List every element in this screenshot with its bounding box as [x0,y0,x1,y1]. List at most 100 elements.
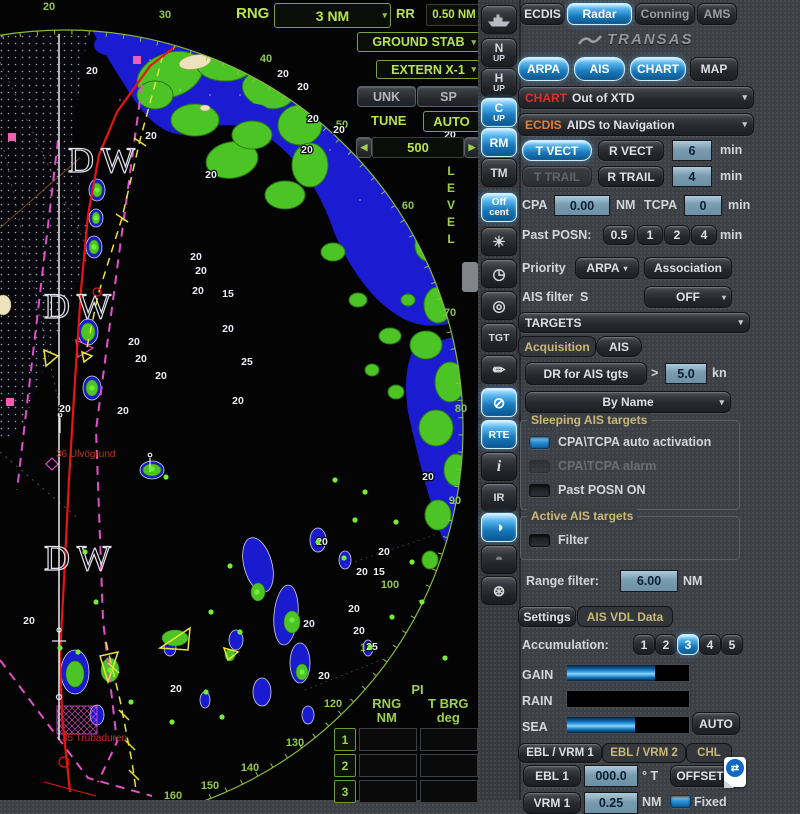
map-button[interactable]: MAP [690,57,738,81]
auto-gain-button[interactable]: AUTO [692,712,740,735]
accumulation-4[interactable]: 4 [699,634,721,655]
trails-icon[interactable]: ✏ [481,355,517,384]
transceiver-select[interactable]: EXTERN X-1 ▾ [376,60,480,79]
ebl1-button[interactable]: EBL 1 [523,765,581,787]
pi-rng-cell[interactable] [359,728,417,751]
pi-rng-cell[interactable] [359,754,417,777]
chart-alert-dropdown[interactable]: CHART Out of XTD ▾ [518,86,754,109]
tune-auto-button[interactable]: AUTO [423,111,480,132]
vector-time-field[interactable]: 6 [672,140,712,161]
stabilization-select[interactable]: GROUND STAB ▾ [357,32,480,52]
past-posn-0.5[interactable]: 0.5 [603,225,635,245]
svg-text:20: 20 [155,370,167,382]
range-filter-field[interactable]: 6.00 [620,570,678,592]
unk-button[interactable]: UNK [357,86,416,107]
svg-text:20: 20 [318,670,330,682]
ship-icon[interactable] [481,5,517,34]
off-center-button[interactable]: Offcent [481,193,517,222]
tab-settings[interactable]: Settings [518,606,576,627]
accumulation-5[interactable]: 5 [721,634,743,655]
true-trail-button[interactable]: T TRAIL [522,166,592,187]
panel-brightness-icon[interactable]: ☀ [481,227,517,256]
brilliance-icon[interactable]: ◑ [481,513,517,542]
head-up-button[interactable]: HUP [481,68,517,97]
targets-header-dropdown[interactable]: TARGETS ▾ [518,312,750,333]
dr-ais-button[interactable]: DR for AIS tgts [525,362,647,385]
association-button[interactable]: Association [644,257,732,279]
past-posn-4[interactable]: 4 [691,225,717,245]
vrm1-range-field[interactable]: 0.25 [584,792,638,814]
range-select[interactable]: 3 NM ▾ [274,3,391,28]
tcpa-field[interactable]: 0 [684,195,722,216]
scroll-tab[interactable] [462,262,478,292]
acquisition-zone-icon[interactable]: ◎ [481,291,517,320]
route-button[interactable]: RTE [481,420,517,449]
accumulation-3[interactable]: 3 [677,634,699,655]
tab-ais-vdl-data[interactable]: AIS VDL Data [577,606,673,627]
ais-filter-select[interactable]: OFF ▾ [644,286,732,308]
relative-vector-button[interactable]: R VECT [598,140,664,161]
true-vector-button[interactable]: T VECT [522,140,592,161]
tab-acquisition[interactable]: Acquisition [518,336,596,357]
past-posn-2[interactable]: 2 [664,225,690,245]
dr-speed-field[interactable]: 5.0 [665,363,707,384]
tab-ecdis[interactable]: ECDIS [520,3,565,25]
vrm1-button[interactable]: VRM 1 [523,792,581,814]
svg-text:20: 20 [145,130,157,142]
priority-label: Priority [522,261,566,275]
offset-button[interactable]: OFFSET [670,765,730,787]
chevron-down-icon: ▾ [742,119,747,130]
target-button[interactable]: TGT [481,323,517,352]
filter-checkbox[interactable] [529,534,550,547]
past-posn-on-checkbox[interactable] [529,484,550,497]
chart-display-icon[interactable]: ⊘ [481,388,517,417]
accumulation-1[interactable]: 1 [633,634,655,655]
settings-globe-icon[interactable]: ⊛ [481,576,517,605]
tab-ebl-vrm-1[interactable]: EBL / VRM 1 [518,743,602,763]
trail-time-field[interactable]: 4 [672,166,712,187]
info-button[interactable]: i [481,452,517,481]
ebl1-bearing-field[interactable]: 000.0 [584,765,638,787]
pi-row-number[interactable]: 1 [334,728,356,751]
accumulation-2[interactable]: 2 [655,634,677,655]
cpa-tcpa-alarm-checkbox[interactable] [529,460,550,473]
relative-trail-button[interactable]: R TRAIL [598,166,664,187]
tab-ebl-vrm-2[interactable]: EBL / VRM 2 [602,743,686,763]
priority-select[interactable]: ARPA ▾ [575,257,639,279]
svg-text:30: 30 [159,9,171,21]
cpa-field[interactable]: 0.00 [554,195,610,216]
tab-ais-targets[interactable]: AIS [596,336,642,357]
logo-swoosh-icon [577,33,603,47]
relative-motion-button[interactable]: RM [481,128,517,157]
tab-ams[interactable]: AMS [697,3,737,25]
arpa-button[interactable]: ARPA [518,57,569,81]
interference-rejection-button[interactable]: IR [481,483,517,512]
chart-alert-text: Out of XTD [572,91,635,105]
sort-by-select[interactable]: By Name ▾ [525,391,731,413]
sea-slider[interactable] [566,716,690,734]
active-ais-title: Active AIS targets [527,509,637,523]
cpa-tcpa-auto-activation-checkbox[interactable] [529,436,550,449]
vrm-fixed-checkbox[interactable] [670,795,691,808]
ecdis-alert-dropdown[interactable]: ECDIS AIDS to Navigation ▾ [518,113,754,136]
teamviewer-icon[interactable]: ⇄ [724,757,746,787]
tab-radar[interactable]: Radar [567,3,632,25]
pi-brg-cell[interactable] [420,754,478,777]
timer-icon[interactable]: ◷ [481,259,517,288]
range-filter-label: Range filter: [526,574,599,588]
pi-row-number[interactable]: 2 [334,754,356,777]
true-motion-button[interactable]: TM [481,158,517,187]
past-posn-1[interactable]: 1 [637,225,663,245]
tab-conning[interactable]: Conning [635,3,695,25]
tune-decrease-button[interactable]: ◀ [356,137,372,158]
pi-brg-cell[interactable] [420,728,478,751]
chart-button[interactable]: CHART [630,57,686,81]
ais-button[interactable]: AIS [574,57,625,81]
ais-filter-mode[interactable]: S [580,290,588,304]
rain-slider[interactable] [566,690,690,708]
north-up-button[interactable]: NUP [481,38,517,67]
course-up-button[interactable]: CUP [481,98,517,127]
sp-button[interactable]: SP [417,86,480,107]
day-night-icon[interactable]: ◓ [481,545,517,574]
gain-slider[interactable] [566,664,690,682]
